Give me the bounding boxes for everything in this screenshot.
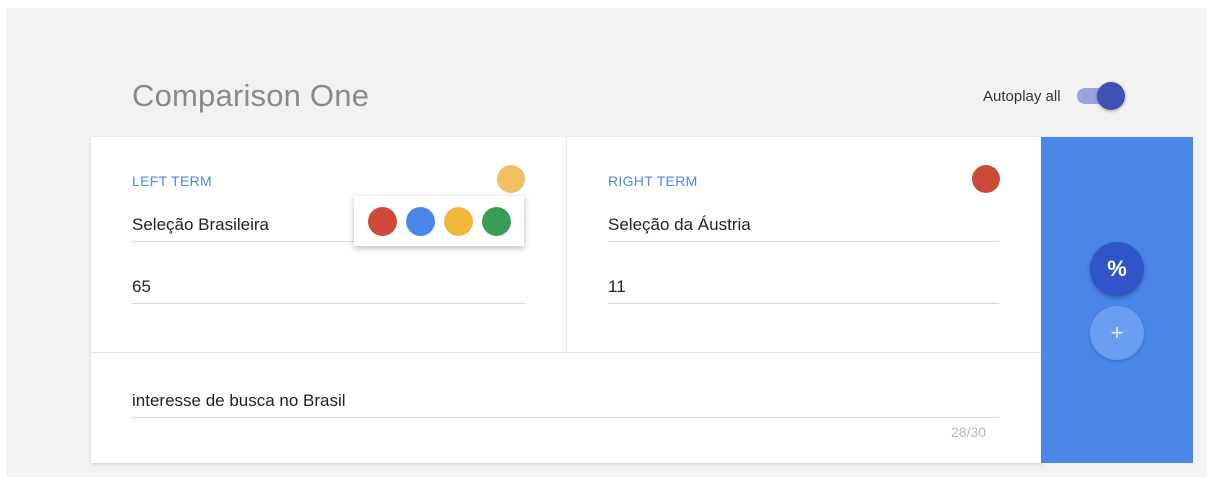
action-panel: [1041, 137, 1193, 463]
column-divider: [566, 137, 567, 352]
color-option-yellow[interactable]: [443, 206, 473, 236]
autoplay-control: Autoplay all: [983, 82, 1125, 110]
description-field[interactable]: interesse de busca no Brasil: [132, 387, 999, 418]
page-title: Comparison One: [132, 78, 370, 113]
row-divider: [91, 352, 1042, 353]
left-value-field[interactable]: 65: [132, 273, 525, 304]
add-button[interactable]: +: [1090, 306, 1144, 360]
percent-button[interactable]: %: [1090, 242, 1144, 296]
color-option-blue[interactable]: [405, 206, 435, 236]
right-term-value: Seleção da Áustria: [608, 215, 751, 234]
right-color-dot[interactable]: [972, 165, 1000, 193]
color-option-red[interactable]: [367, 206, 397, 236]
autoplay-toggle[interactable]: [1075, 82, 1125, 110]
right-value: 11: [608, 277, 626, 296]
left-term-label: LEFT TERM: [132, 173, 212, 189]
comparison-card: LEFT TERM Seleção Brasileira 65 RIGHT TE…: [91, 137, 1042, 463]
toggle-thumb: [1096, 82, 1125, 110]
right-term-label: RIGHT TERM: [608, 173, 698, 189]
description-value: interesse de busca no Brasil: [132, 391, 346, 410]
color-picker-popup: [354, 196, 524, 246]
left-color-dot[interactable]: [497, 165, 525, 193]
right-term-field[interactable]: Seleção da Áustria: [608, 211, 999, 242]
color-option-green[interactable]: [481, 206, 511, 236]
left-value: 65: [132, 277, 151, 296]
character-counter: 28/30: [951, 424, 987, 440]
autoplay-label: Autoplay all: [983, 87, 1061, 105]
right-value-field[interactable]: 11: [608, 273, 999, 304]
